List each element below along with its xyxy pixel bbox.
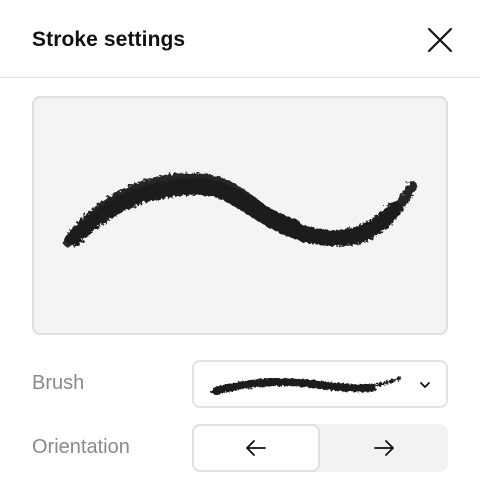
arrow-right-icon [374, 440, 394, 456]
chevron-down-icon [420, 382, 430, 388]
arrow-left-icon [246, 440, 266, 456]
close-icon [427, 27, 453, 53]
brush-sample-image [210, 376, 402, 395]
orientation-left-button[interactable] [192, 424, 320, 472]
orientation-toggle [192, 424, 448, 472]
orientation-label: Orientation [32, 436, 130, 458]
dialog-title: Stroke settings [32, 28, 186, 51]
dialog-header: Stroke settings [0, 0, 480, 78]
orientation-right-button[interactable] [320, 424, 448, 472]
close-button[interactable] [424, 24, 456, 56]
brush-dropdown[interactable] [192, 360, 448, 408]
brush-stroke-preview-image [63, 172, 417, 247]
stroke-preview [32, 96, 448, 335]
brush-label: Brush [32, 372, 85, 394]
